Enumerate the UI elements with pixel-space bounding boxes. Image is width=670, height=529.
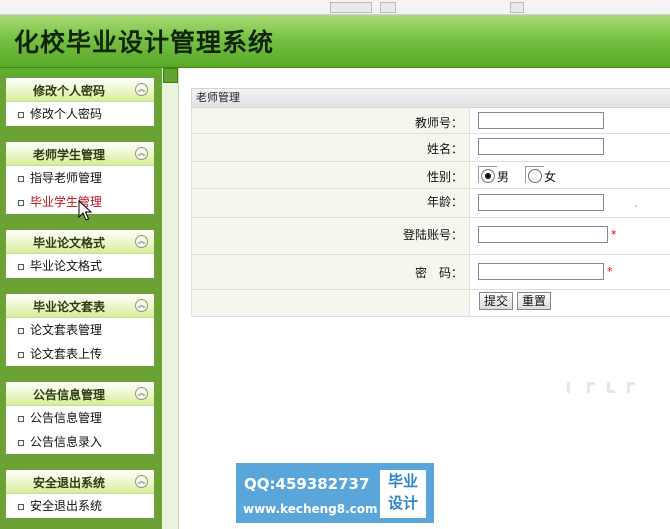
app-title: 化校毕业设计管理系统 xyxy=(14,28,275,57)
browser-tab[interactable] xyxy=(510,2,524,13)
panel-title: 老师学生管理 xyxy=(32,148,105,162)
bullet-icon xyxy=(18,416,24,422)
watermark-badge-line1: 毕业 xyxy=(387,472,418,490)
form-row-gender: 性别： 男 女 xyxy=(191,162,670,189)
radio-selected-dot xyxy=(485,173,491,179)
password-label: 密 码： xyxy=(414,266,463,280)
password-input[interactable] xyxy=(478,263,604,280)
app-header: 化校毕业设计管理系统 xyxy=(0,15,670,68)
sidebar-item-forms-management[interactable]: 论文套表管理 xyxy=(6,318,154,342)
main-content: 老师管理 教师号： 姓名： 性别： 男 女 年龄： 登陆账号： * 密 码： *… xyxy=(179,68,670,529)
submit-button[interactable]: 提交 xyxy=(479,292,514,310)
gender-male-label[interactable]: 男 xyxy=(497,168,509,185)
sidebar-panel-thesis-format: 毕业论文格式 ︽ 毕业论文格式 xyxy=(6,230,154,278)
bullet-icon xyxy=(18,328,24,334)
panel-header[interactable]: 老师学生管理 ︽ xyxy=(6,142,154,166)
panel-header[interactable]: 毕业论文套表 ︽ xyxy=(6,294,154,318)
splitter-toggle[interactable] xyxy=(163,68,178,83)
form-row-name: 姓名： xyxy=(191,134,670,162)
watermark-banner: QQ:459382737 www.kecheng8.com 毕业 设计 xyxy=(236,463,434,523)
sidebar: 修改个人密码 ︽ 修改个人密码 老师学生管理 ︽ 指导老师管理 毕业学生管理 毕… xyxy=(0,76,162,529)
browser-tab[interactable] xyxy=(330,2,372,13)
panel-header[interactable]: 公告信息管理 ︽ xyxy=(6,382,154,406)
bullet-icon xyxy=(18,504,24,510)
panel-header[interactable]: 修改个人密码 ︽ xyxy=(6,78,154,102)
bullet-icon xyxy=(18,200,24,206)
sidebar-item-label: 毕业论文格式 xyxy=(30,259,103,273)
sidebar-panel-thesis-forms: 毕业论文套表 ︽ 论文套表管理 论文套表上传 xyxy=(6,294,154,366)
collapse-icon[interactable]: ︽ xyxy=(135,387,148,400)
sidebar-item-teacher-management[interactable]: 指导老师管理 xyxy=(6,166,154,190)
sidebar-item-label: 安全退出系统 xyxy=(30,499,103,513)
browser-tab[interactable] xyxy=(380,2,396,13)
form-row-login: 登陆账号： * xyxy=(191,218,670,255)
panel-title: 公告信息管理 xyxy=(32,388,105,402)
sidebar-item-logout[interactable]: 安全退出系统 xyxy=(6,494,154,518)
sidebar-item-announcement-management[interactable]: 公告信息管理 xyxy=(6,406,154,430)
name-input[interactable] xyxy=(478,138,604,155)
sidebar-item-label: 修改个人密码 xyxy=(30,107,103,121)
login-account-input[interactable] xyxy=(478,226,608,243)
browser-tab-strip xyxy=(0,0,670,15)
age-label: 年龄： xyxy=(426,195,463,209)
required-marker: * xyxy=(607,265,613,278)
age-input[interactable] xyxy=(478,194,604,211)
watermark-qq: QQ:459382737 xyxy=(244,475,370,493)
collapse-icon[interactable]: ︽ xyxy=(135,235,148,248)
gender-label: 性别： xyxy=(426,170,463,184)
gender-female-radio[interactable] xyxy=(528,169,542,183)
sidebar-item-label: 论文套表管理 xyxy=(30,323,103,337)
panel-header[interactable]: 安全退出系统 ︽ xyxy=(6,470,154,494)
form-row-password: 密 码： * xyxy=(191,255,670,290)
sidebar-item-announcement-entry[interactable]: 公告信息录入 xyxy=(6,430,154,454)
mouse-cursor-icon xyxy=(78,200,92,221)
decorative-dot xyxy=(635,205,637,207)
collapse-icon[interactable]: ︽ xyxy=(135,299,148,312)
teacher-no-input[interactable] xyxy=(478,112,604,129)
sidebar-panel-announcements: 公告信息管理 ︽ 公告信息管理 公告信息录入 xyxy=(6,382,154,454)
form-row-age: 年龄： xyxy=(191,189,670,218)
sidebar-item-label: 公告信息管理 xyxy=(30,411,103,425)
gender-male-radio[interactable] xyxy=(481,169,495,183)
collapse-icon[interactable]: ︽ xyxy=(135,83,148,96)
sidebar-item-forms-upload[interactable]: 论文套表上传 xyxy=(6,342,154,366)
panel-title: 毕业论文格式 xyxy=(32,236,105,250)
sidebar-splitter[interactable] xyxy=(162,68,179,529)
bullet-icon xyxy=(18,112,24,118)
sidebar-panel-logout: 安全退出系统 ︽ 安全退出系统 xyxy=(6,470,154,518)
teacher-form: 老师管理 教师号： 姓名： 性别： 男 女 年龄： 登陆账号： * 密 码： *… xyxy=(191,88,670,317)
panel-title: 修改个人密码 xyxy=(32,84,105,98)
sidebar-item-thesis-format[interactable]: 毕业论文格式 xyxy=(6,254,154,278)
bullet-icon xyxy=(18,176,24,182)
sidebar-panel-password: 修改个人密码 ︽ 修改个人密码 xyxy=(6,78,154,126)
teacher-no-label: 教师号： xyxy=(414,116,463,130)
faint-glyph-marks xyxy=(567,382,635,393)
form-row-teacher-no: 教师号： xyxy=(191,108,670,134)
collapse-icon[interactable]: ︽ xyxy=(135,475,148,488)
sidebar-item-label: 论文套表上传 xyxy=(30,347,103,361)
bullet-icon xyxy=(18,264,24,270)
label-cell xyxy=(192,290,470,316)
required-marker: * xyxy=(611,228,617,241)
watermark-badge-line2: 设计 xyxy=(387,494,418,512)
sidebar-item-label: 公告信息录入 xyxy=(30,435,103,449)
bullet-icon xyxy=(18,440,24,446)
panel-title: 毕业论文套表 xyxy=(32,300,105,314)
watermark-url: www.kecheng8.com xyxy=(243,502,378,516)
panel-title: 安全退出系统 xyxy=(32,476,105,490)
login-label: 登陆账号： xyxy=(402,228,463,242)
gender-female-label[interactable]: 女 xyxy=(544,168,556,185)
watermark-badge: 毕业 设计 xyxy=(380,470,426,518)
panel-header[interactable]: 毕业论文格式 ︽ xyxy=(6,230,154,254)
bullet-icon xyxy=(18,352,24,358)
sidebar-item-change-password[interactable]: 修改个人密码 xyxy=(6,102,154,126)
form-row-actions: 提交 重置 xyxy=(191,290,670,317)
reset-button[interactable]: 重置 xyxy=(517,292,552,310)
form-title: 老师管理 xyxy=(191,89,670,108)
collapse-icon[interactable]: ︽ xyxy=(135,147,148,160)
sidebar-item-label: 指导老师管理 xyxy=(30,171,103,185)
name-label: 姓名： xyxy=(426,142,463,156)
